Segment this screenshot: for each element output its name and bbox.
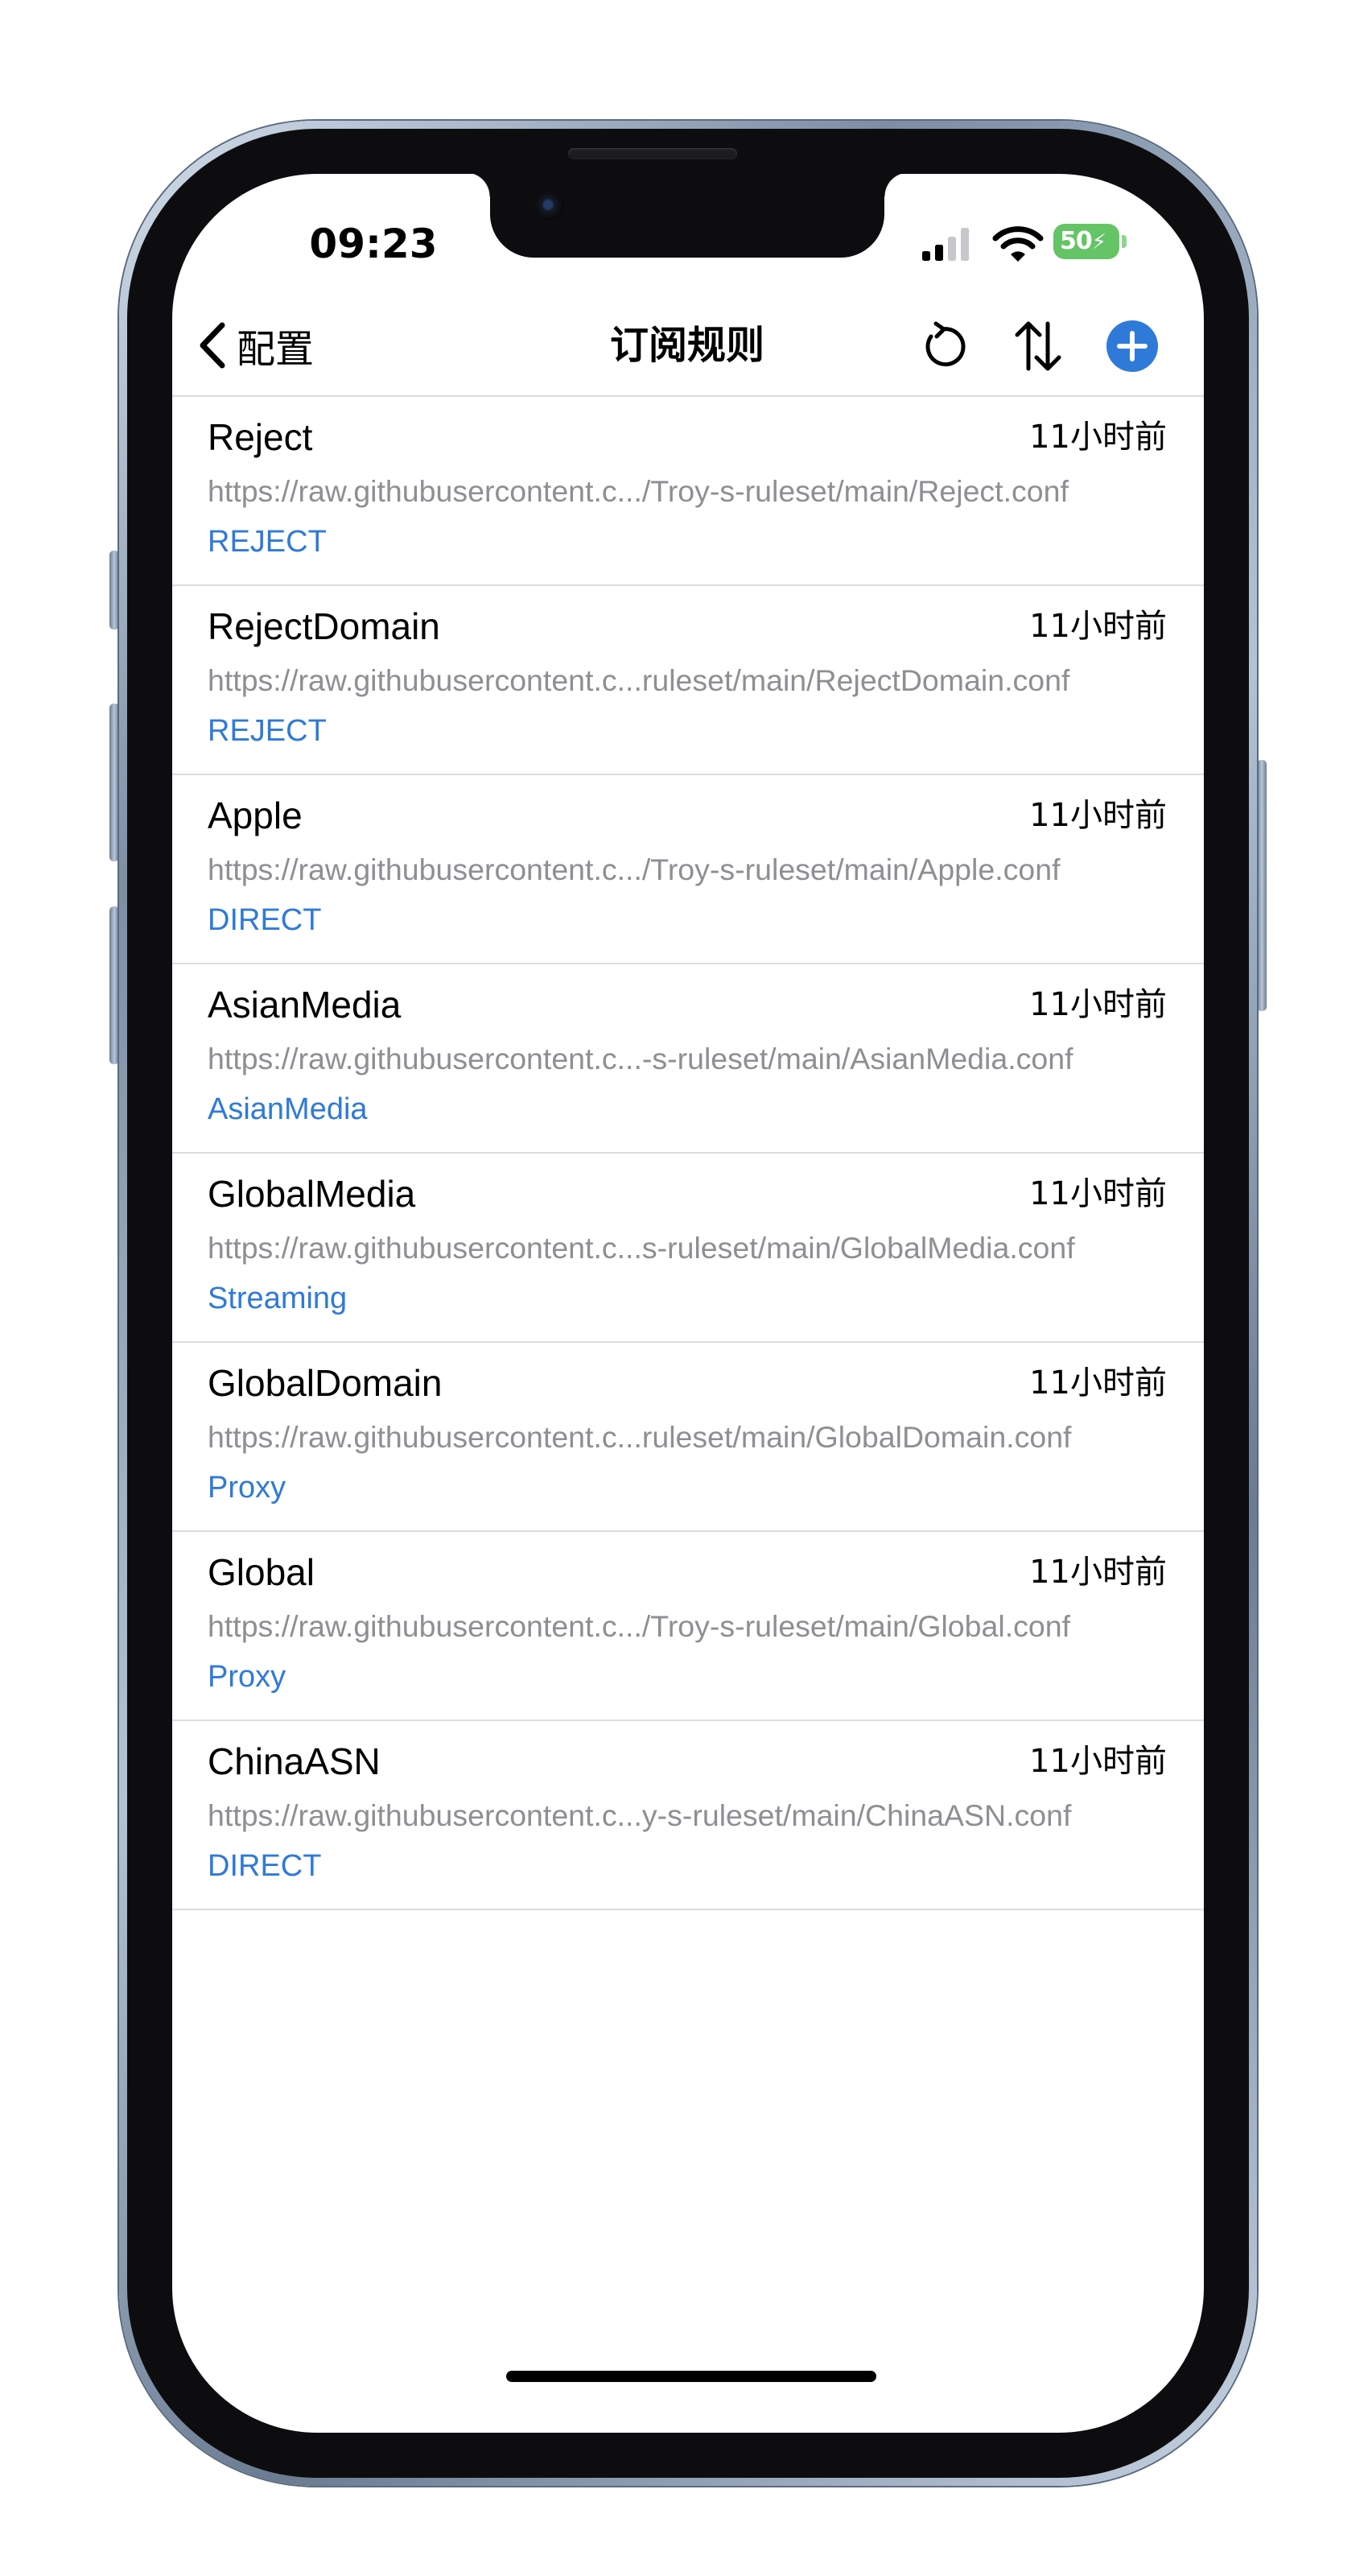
rule-updated-time: 11小时前 [1029,1364,1167,1402]
rule-row[interactable]: GlobalDomain 11小时前 https://raw.githubuse… [172,1343,1204,1532]
rule-updated-time: 11小时前 [1029,1743,1167,1780]
battery-level: 50 [1060,227,1093,255]
rule-name: ChinaASN [208,1740,381,1782]
chevron-left-icon [200,322,225,369]
rule-url: https://raw.githubusercontent.c.../Troy-… [208,474,1069,508]
add-icon [1106,320,1158,372]
rule-policy: REJECT [208,525,327,559]
rule-url: https://raw.githubusercontent.c...rulese… [208,663,1070,697]
back-label: 配置 [237,327,315,372]
refresh-icon [925,321,966,367]
rule-updated-time: 11小时前 [1029,986,1167,1023]
rule-policy: DIRECT [208,903,322,937]
rule-updated-time: 11小时前 [1029,608,1167,645]
charging-bolt-icon: ⚡ [1091,230,1106,254]
rule-name: Global [208,1551,315,1593]
rule-updated-time: 11小时前 [1029,797,1167,834]
add-button[interactable] [1103,317,1161,375]
rule-url: https://raw.githubusercontent.c...s-rule… [208,1231,1075,1265]
rule-url: https://raw.githubusercontent.c.../Troy-… [208,852,1061,886]
navigation-bar: 配置 订阅规则 [172,295,1204,397]
rule-name: Apple [208,795,303,836]
refresh-button[interactable] [915,317,973,375]
rule-url: https://raw.githubusercontent.c...rulese… [208,1420,1072,1454]
back-button[interactable]: 配置 [196,319,314,372]
rule-list: Reject 11小时前 https://raw.githubuserconte… [172,397,1204,1910]
rule-row[interactable]: Global 11小时前 https://raw.githubuserconte… [172,1532,1204,1721]
rule-url: https://raw.githubusercontent.c...y-s-ru… [208,1798,1072,1832]
cellular-signal-icon [922,228,969,261]
status-time: 09:23 [309,221,438,267]
rule-policy: AsianMedia [208,1092,368,1126]
rule-policy: Proxy [208,1471,286,1505]
rule-row[interactable]: AsianMedia 11小时前 https://raw.githubuserc… [172,964,1204,1154]
rule-row[interactable]: RejectDomain 11小时前 https://raw.githubuse… [172,586,1204,775]
rule-row[interactable]: ChinaASN 11小时前 https://raw.githubusercon… [172,1721,1204,1910]
rule-name: GlobalDomain [208,1362,443,1404]
front-camera [535,192,564,221]
phone-frame: 09:23 50⚡ 配置 订阅规则 Reject 11小时前 https://r… [119,121,1257,2486]
rule-name: AsianMedia [208,984,402,1026]
rule-name: RejectDomain [208,605,440,647]
battery-charging-icon: 50⚡ [1053,224,1119,259]
rule-url: https://raw.githubusercontent.c.../Troy-… [208,1609,1071,1643]
battery-cap [1122,235,1127,248]
rule-row[interactable]: Reject 11小时前 https://raw.githubuserconte… [172,397,1204,586]
power-button [1257,760,1267,1011]
earpiece-speaker [568,148,737,159]
rule-name: Reject [208,416,313,458]
device-mockup: 09:23 50⚡ 配置 订阅规则 Reject 11小时前 https://r… [0,0,1368,2576]
rule-name: GlobalMedia [208,1173,416,1215]
rule-updated-time: 11小时前 [1029,419,1167,456]
rule-policy: Streaming [208,1282,348,1315]
phone-bezel: 09:23 50⚡ 配置 订阅规则 Reject 11小时前 https://r… [127,129,1249,2478]
rule-row[interactable]: Apple 11小时前 https://raw.githubuserconten… [172,775,1204,964]
wifi-icon [992,226,1044,262]
rule-policy: Proxy [208,1660,286,1694]
rule-url: https://raw.githubusercontent.c...-s-rul… [208,1042,1073,1075]
page-title: 订阅规则 [609,323,764,368]
rule-updated-time: 11小时前 [1029,1554,1167,1591]
home-indicator[interactable] [506,2371,876,2382]
sort-button[interactable] [1009,317,1067,375]
rule-policy: REJECT [208,714,327,748]
phone-screen: 09:23 50⚡ 配置 订阅规则 Reject 11小时前 https://r… [172,174,1204,2433]
sort-icon [1015,321,1061,371]
silent-switch [109,551,119,630]
rule-updated-time: 11小时前 [1029,1175,1167,1212]
volume-down-button [109,906,119,1064]
volume-up-button [109,704,119,861]
rule-row[interactable]: GlobalMedia 11小时前 https://raw.githubuser… [172,1154,1204,1343]
rule-policy: DIRECT [208,1849,322,1883]
notch [466,174,909,258]
